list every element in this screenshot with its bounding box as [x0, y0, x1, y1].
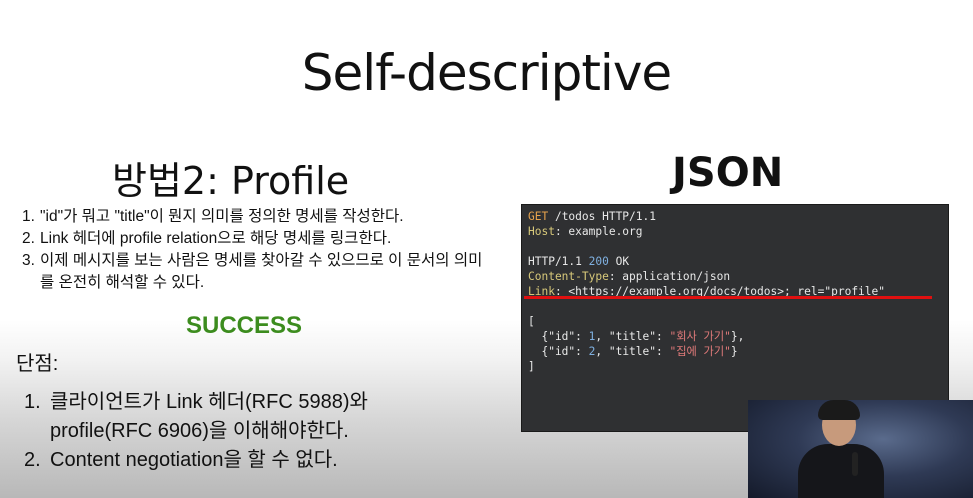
- header-key: Content-Type: [528, 270, 609, 283]
- code-block: GET /todos HTTP/1.1 Host: example.org HT…: [521, 204, 949, 432]
- speaker-body: [798, 444, 884, 498]
- header-value: : application/json: [608, 270, 731, 283]
- item-number: 3.: [22, 252, 35, 269]
- list-item: 1. 클라이언트가 Link 헤더(RFC 5988)와 profile(RFC …: [24, 388, 444, 446]
- item-text: Content negotiation을 할 수 없다.: [50, 449, 338, 471]
- code-line-close: ]: [528, 360, 535, 373]
- item-text: 이제 메시지를 보는 사람은 명세를 찾아갈 수 있으므로 이 문서의 의미를 …: [40, 252, 483, 291]
- slide-title: Self-descriptive: [301, 44, 672, 102]
- status-code: 200: [588, 255, 609, 268]
- json-fragment: , "title":: [595, 330, 670, 343]
- code-gap: [528, 239, 942, 254]
- http-method: GET: [528, 210, 549, 223]
- json-fragment: {"id":: [528, 330, 589, 343]
- cons-heading: 단점:: [16, 353, 59, 375]
- code-line-item: {"id": 2, "title": "집에 가기"}: [528, 344, 942, 359]
- code-line-host: Host: example.org: [528, 224, 942, 239]
- speaker-video-thumbnail: [748, 400, 973, 498]
- item-number: 2.: [22, 230, 35, 247]
- speaker-hair: [818, 400, 860, 420]
- item-number: 1.: [24, 391, 41, 413]
- list-item: 2. Content negotiation을 할 수 없다.: [24, 446, 444, 475]
- list-item: 2. Link 헤더에 profile relation으로 해당 명세를 링크한…: [22, 228, 492, 250]
- cons-list: 1. 클라이언트가 Link 헤더(RFC 5988)와 profile(RFC …: [24, 388, 444, 475]
- item-number: 2.: [24, 449, 41, 471]
- json-heading: JSON: [672, 150, 784, 196]
- json-fragment: {"id":: [528, 345, 589, 358]
- code-gap: [528, 299, 942, 314]
- item-text: "id"가 뭐고 "title"이 뭔지 의미를 정의한 명세를 작성한다.: [40, 208, 404, 225]
- item-text: 클라이언트가 Link 헤더(RFC 5988)와 profile(RFC 69…: [50, 391, 368, 442]
- json-string: "집에 가기": [669, 345, 731, 358]
- item-number: 1.: [22, 208, 35, 225]
- microphone-icon: [852, 452, 858, 476]
- json-fragment: }: [730, 345, 738, 358]
- status-prefix: HTTP/1.1: [528, 255, 589, 268]
- steps-list: 1. "id"가 뭐고 "title"이 뭔지 의미를 정의한 명세를 작성한다.…: [22, 206, 492, 294]
- request-path: /todos HTTP/1.1: [548, 210, 656, 223]
- header-value: : example.org: [554, 225, 643, 238]
- method-heading: 방법2: Profile: [112, 159, 350, 203]
- link-header-underline: [524, 296, 932, 299]
- header-key: Host: [528, 225, 555, 238]
- code-line-item: {"id": 1, "title": "회사 가기"},: [528, 329, 942, 344]
- list-item: 3. 이제 메시지를 보는 사람은 명세를 찾아갈 수 있으므로 이 문서의 의미…: [22, 250, 492, 294]
- success-label: SUCCESS: [186, 312, 303, 339]
- json-string: "회사 가기": [669, 330, 731, 343]
- code-line-open: [: [528, 315, 535, 328]
- json-fragment: , "title":: [595, 345, 670, 358]
- code-line-request: GET /todos HTTP/1.1: [528, 209, 942, 224]
- json-fragment: },: [730, 330, 745, 343]
- item-text: Link 헤더에 profile relation으로 해당 명세를 링크한다.: [40, 230, 392, 247]
- status-text: OK: [608, 255, 630, 268]
- list-item: 1. "id"가 뭐고 "title"이 뭔지 의미를 정의한 명세를 작성한다.: [22, 206, 492, 228]
- code-line-content-type: Content-Type: application/json: [528, 269, 942, 284]
- code-line-status: HTTP/1.1 200 OK: [528, 254, 942, 269]
